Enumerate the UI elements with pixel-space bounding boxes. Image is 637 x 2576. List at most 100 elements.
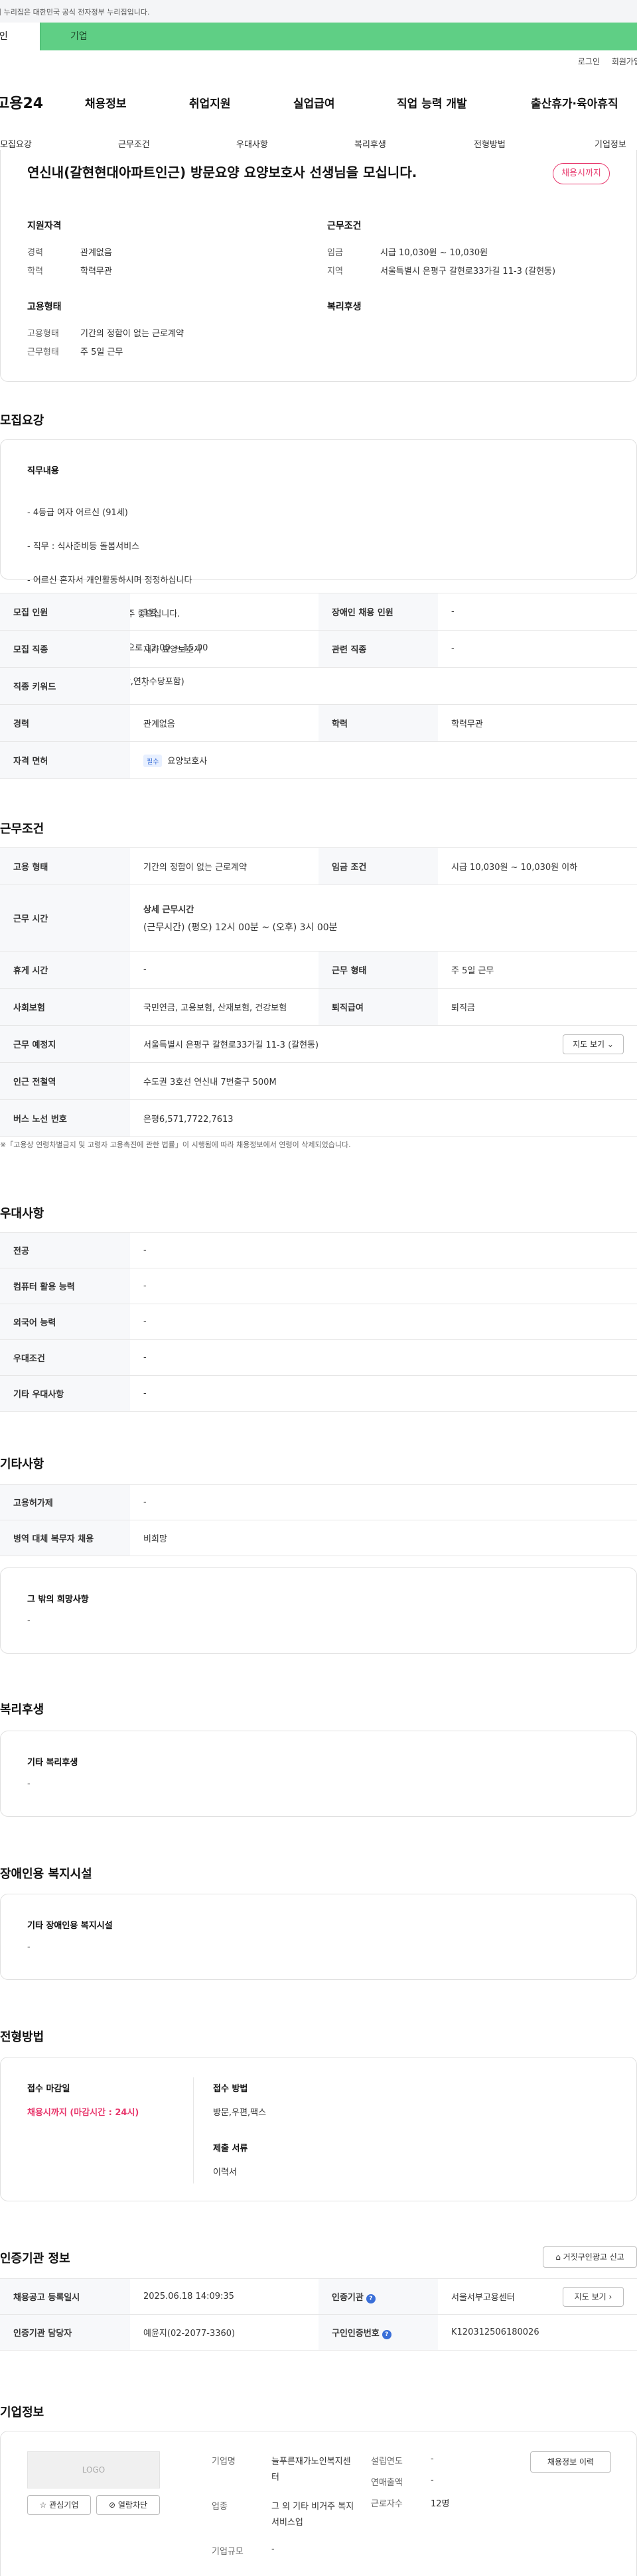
emp-type-value: 기간의 정함이 없는 근로계약	[80, 329, 184, 339]
gnb-menu-jobs[interactable]: 채용정보	[85, 94, 127, 111]
required-badge: 필수	[143, 754, 163, 767]
site-logo[interactable]: 고용24	[0, 92, 43, 113]
gov-banner-text: 이 누리집은 대한민국 공식 전자정부 누리집입니다.	[0, 8, 150, 17]
cell-value: 비희망	[130, 1520, 637, 1556]
company-card: LOGO ☆ 관심기업 ⊘ 열람차단 기업명 늘푸른재가노인복지센터 업종 그 …	[0, 2431, 637, 2576]
preference-section-title: 우대사항	[0, 1207, 44, 1221]
cell-value: -	[130, 1339, 637, 1376]
section-nav-conditions[interactable]: 근무조건	[118, 137, 150, 150]
section-nav-company[interactable]: 기업정보	[595, 137, 626, 150]
company-logo-text: LOGO	[82, 2465, 106, 2475]
cell-value: -	[438, 593, 637, 631]
docs-value: 이력서	[213, 2168, 237, 2177]
company-sales-value: -	[431, 2475, 434, 2485]
table-row: 기타 우대사항 -	[0, 1375, 637, 1412]
gnb-menu-employment-support[interactable]: 취업지원	[189, 94, 231, 111]
cell-label: 자격 면허	[0, 741, 130, 779]
welfare-card-value: -	[27, 1779, 31, 1789]
cell-value: 학력무관	[438, 704, 637, 742]
cell-value: 시급 10,030원 ~ 10,030원 이하	[438, 847, 637, 885]
tab-company[interactable]: 기업	[40, 23, 239, 50]
cell-value: K120312506180026	[438, 2314, 637, 2351]
cell-label: 인근 전철역	[0, 1062, 130, 1100]
method-title: 접수 방법	[213, 2084, 248, 2094]
table-row: 자격 면허 필수 요양보호사	[0, 741, 637, 779]
block-label: 열람차단	[117, 2500, 148, 2510]
duty-line: - 어르신 혼자서 개인활동하시며 정정하십니다	[27, 576, 192, 585]
cell-value: 퇴직금	[438, 988, 637, 1026]
table-row: 휴게 시간 - 근무 형태 주 5일 근무	[0, 951, 637, 989]
gnb-menu-job-training[interactable]: 직업 능력 개발	[397, 94, 467, 111]
cell-value: 주 5일 근무	[438, 951, 637, 989]
org-label: 인증기관	[332, 2292, 364, 2303]
cell-label: 우대조건	[0, 1339, 130, 1376]
table-row: 우대조건 -	[0, 1339, 637, 1376]
org-map-button[interactable]: 지도 보기 ›	[563, 2287, 624, 2307]
login-link[interactable]: 로그인	[578, 57, 600, 66]
place-value: 서울특별시 은평구 갈현로33가길 11-3 (갈현동)	[143, 1040, 319, 1050]
emp-shift-value: 주 5일 근무	[80, 347, 123, 357]
cell-label: 모집 직종	[0, 630, 130, 668]
table-row: 근무 시간 상세 근무시간 (근무시간) (평오) 12시 00분 ~ (오후)…	[0, 885, 637, 951]
table-row: 버스 노선 번호 은평6,571,7722,7613	[0, 1099, 637, 1137]
join-link[interactable]: 회원가입	[612, 57, 637, 66]
cell-label: 구인인증번호?	[318, 2314, 438, 2351]
gnb-menu-maternity-leave[interactable]: 출산휴가·육아휴직	[531, 94, 618, 111]
gnb-menu-unemployment-benefit[interactable]: 실업급여	[293, 94, 335, 111]
cell-label: 퇴직급여	[318, 988, 438, 1026]
cell-label: 버스 노선 번호	[0, 1099, 130, 1137]
company-section-title: 기업정보	[0, 2406, 44, 2420]
disability-card-title: 기타 장애인용 복지시설	[27, 1921, 113, 1931]
block-button[interactable]: ⊘ 열람차단	[96, 2495, 160, 2515]
map-button[interactable]: 지도 보기 ⌄	[563, 1034, 624, 1054]
table-row: 모집 직종 재가 요양보호사 관련 직종 -	[0, 630, 637, 668]
report-button[interactable]: ⌂ 거짓구인광고 신고	[543, 2246, 637, 2268]
section-nav-recruit[interactable]: 모집요강	[0, 137, 32, 150]
section-nav-selection[interactable]: 전형방법	[474, 137, 506, 150]
tab-person[interactable]: 개인	[0, 23, 40, 50]
company-emp-label: 근로자수	[371, 2499, 403, 2509]
cell-value: 관계없음	[130, 704, 318, 742]
home-icon: ⌂	[555, 2252, 561, 2262]
recruit-section-title: 모집요강	[0, 414, 44, 428]
job-history-button[interactable]: 채용정보 이력	[530, 2451, 611, 2473]
place-cell: 서울특별시 은평구 갈현로33가길 11-3 (갈현동) 지도 보기 ⌄	[130, 1025, 637, 1063]
work-title: 근무조건	[327, 221, 362, 231]
auth-table: 채용공고 등록일시 2025.06.18 14:09:35 인증기관? 서울서부…	[0, 2278, 637, 2351]
map-button-label: 지도 보기	[573, 1040, 605, 1049]
selection-card: 접수 마감일 채용시까지 (마감시간 : 24시) 접수 방법 방문,우편,팩스…	[0, 2057, 637, 2201]
cell-label: 임금 조건	[318, 847, 438, 885]
work-wage-label: 임금	[327, 248, 343, 258]
cell-value: 국민연금, 고용보험, 산재보험, 건강보험	[130, 988, 318, 1026]
qual-career-label: 경력	[27, 248, 43, 258]
company-est-value: -	[431, 2454, 434, 2464]
selection-divider	[193, 2077, 194, 2183]
company-biz-value: 그 외 기타 비거주 복지 서비스업	[271, 2502, 354, 2528]
fav-company-button[interactable]: ☆ 관심기업	[27, 2495, 91, 2515]
cell-label: 인증기관?	[318, 2278, 438, 2315]
age-law-note: ※「고용상 연령차별금지 및 고령자 고용촉진에 관한 법률」이 시행됨에 따라…	[0, 1140, 351, 1149]
section-nav-welfare[interactable]: 복리후생	[354, 137, 386, 150]
emp-shift-label: 근무형태	[27, 347, 59, 357]
welfare-card: 기타 복리후생 -	[0, 1731, 637, 1817]
table-row: 외국어 능력 -	[0, 1304, 637, 1340]
cell-value: 은평6,571,7722,7613	[130, 1099, 637, 1137]
cell-label: 인증기관 담당자	[0, 2314, 130, 2351]
company-est-label: 설립연도	[371, 2457, 403, 2467]
status-button[interactable]: 채용시까지	[553, 163, 610, 184]
recruit-table: 모집 인원 1명 장애인 채용 인원 - 모집 직종 재가 요양보호사 관련 직…	[0, 593, 637, 779]
section-nav-preference[interactable]: 우대사항	[236, 137, 268, 150]
cell-value: -	[130, 951, 318, 989]
disability-card-value: -	[27, 1942, 31, 1952]
utility-links: 로그인 회원가입	[569, 56, 637, 67]
cell-value: 재가 요양보호사	[130, 630, 318, 668]
cell-label: 직종 키워드	[0, 667, 130, 705]
job-title: 연신내(갈현현대아파트인근) 방문요양 요양보호사 선생님을 모십니다.	[27, 164, 417, 180]
cell-label: 사회보험	[0, 988, 130, 1026]
conditions-table: 고용 형태 기간의 정함이 없는 근로계약 임금 조건 시급 10,030원 ~…	[0, 847, 637, 1137]
info-icon[interactable]: ?	[382, 2329, 391, 2339]
cell-value: 1명	[130, 593, 318, 631]
info-icon[interactable]: ?	[366, 2294, 376, 2303]
work-region-value: 서울특별시 은평구 갈현로33가길 11-3 (갈현동)	[380, 267, 556, 276]
cell-value: -	[438, 630, 637, 668]
